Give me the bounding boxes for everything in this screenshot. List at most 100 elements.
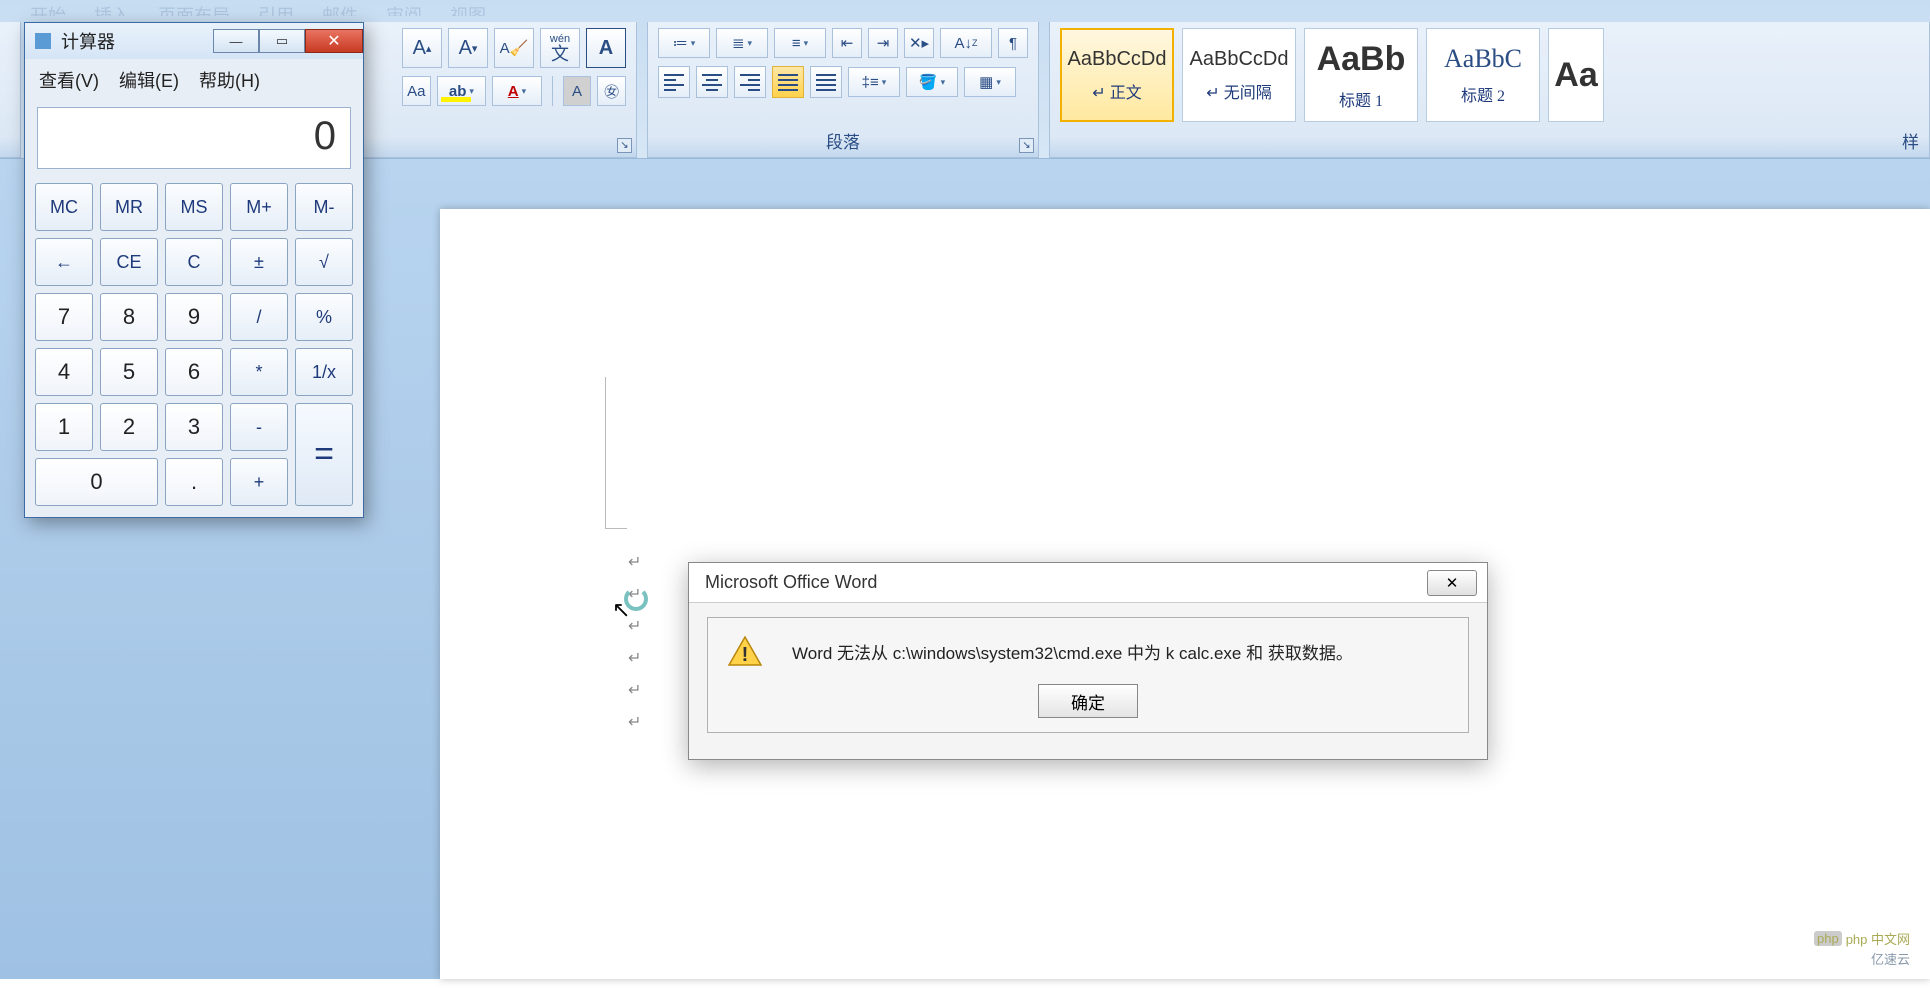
ltr-button[interactable]: ✕▸ [904,28,934,58]
decrease-indent-button[interactable]: ⇤ [832,28,862,58]
close-button[interactable]: ✕ [305,29,363,53]
tab-insert[interactable]: 插入 [94,2,130,16]
calc-titlebar[interactable]: 计算器 — ▭ ✕ [25,23,363,59]
paragraph-marks: ↵↵↵↵↵↵ [628,547,641,739]
show-marks-button[interactable]: ¶ [998,28,1028,58]
calc-sqrt[interactable]: √ [295,238,353,286]
dialog-close-button[interactable]: ✕ [1427,570,1477,596]
numbering-button[interactable]: ≣▾ [716,28,768,58]
dialog-message: Word 无法从 c:\windows\system32\cmd.exe 中为 … [792,639,1353,664]
style-no-spacing[interactable]: AaBbCcDd ↵ 无间隔 [1182,28,1296,122]
font-color-button[interactable]: A▾ [492,76,542,106]
calc-app-icon [35,33,51,49]
calc-back[interactable]: ← [35,238,93,286]
calc-4[interactable]: 4 [35,348,93,396]
calc-title: 计算器 [61,28,213,54]
change-case-button[interactable]: Aa [402,76,431,106]
calc-1[interactable]: 1 [35,403,93,451]
clear-formatting-button[interactable]: A🧹 [494,28,534,68]
align-distribute-button[interactable] [810,66,842,98]
grow-font-button[interactable]: A▴ [402,28,442,68]
watermark-php: phpphp 中文网 [1814,929,1910,948]
calc-dot[interactable]: . [165,458,223,506]
calc-7[interactable]: 7 [35,293,93,341]
phonetic-guide-button[interactable]: wén文 [540,28,580,68]
calc-mplus[interactable]: M+ [230,183,288,231]
calc-menubar: 查看(V) 编辑(E) 帮助(H) [25,59,363,101]
char-shading-button[interactable]: A [563,76,592,106]
calculator-window[interactable]: 计算器 — ▭ ✕ 查看(V) 编辑(E) 帮助(H) 0 MC MR MS M… [24,22,364,518]
margin-corner-mark [605,377,627,529]
calc-display: 0 [37,107,351,169]
word-error-dialog[interactable]: Microsoft Office Word ✕ ! Word 无法从 c:\wi… [688,562,1488,760]
shading-button[interactable]: 🪣▾ [906,67,958,97]
cursor-icon: ↖ [612,597,630,623]
maximize-button[interactable]: ▭ [259,29,305,53]
calc-menu-help[interactable]: 帮助(H) [199,67,260,93]
align-center-button[interactable] [696,66,728,98]
align-right-button[interactable] [734,66,766,98]
highlight-button[interactable]: ab▾ [437,76,487,106]
align-justify-button[interactable] [772,66,804,98]
styles-group-label: 样 [1050,128,1929,153]
calc-pct[interactable]: % [295,293,353,341]
tab-view[interactable]: 视图 [450,2,486,16]
increase-indent-button[interactable]: ⇥ [868,28,898,58]
paragraph-group: ≔▾ ≣▾ ≡▾ ⇤ ⇥ ✕▸ A↓Z ¶ ‡≡▾ 🪣▾ ▦▾ 段落 ↘ [647,22,1039,158]
calc-recip[interactable]: 1/x [295,348,353,396]
calc-sub[interactable]: - [230,403,288,451]
shrink-font-button[interactable]: A▾ [448,28,488,68]
paragraph-group-launcher[interactable]: ↘ [1019,138,1034,153]
ribbon-tabs: 开始 插入 页面布局 引用 邮件 审阅 视图 [0,0,1930,16]
svg-text:!: ! [742,644,749,666]
calc-keypad: MC MR MS M+ M- ← CE C ± √ 7 8 9 / % 4 5 … [25,175,363,514]
tab-mailings[interactable]: 邮件 [322,2,358,16]
calc-mr[interactable]: MR [100,183,158,231]
calc-c[interactable]: C [165,238,223,286]
warning-icon: ! [728,636,762,666]
line-spacing-button[interactable]: ‡≡▾ [848,67,900,97]
styles-group: AaBbCcDd ↵ 正文 AaBbCcDd ↵ 无间隔 AaBb 标题 1 A… [1049,22,1930,158]
calc-menu-edit[interactable]: 编辑(E) [119,67,179,93]
calc-3[interactable]: 3 [165,403,223,451]
calc-9[interactable]: 9 [165,293,223,341]
calc-mminus[interactable]: M- [295,183,353,231]
calc-2[interactable]: 2 [100,403,158,451]
tab-layout[interactable]: 页面布局 [158,2,230,16]
styles-gallery[interactable]: AaBbCcDd ↵ 正文 AaBbCcDd ↵ 无间隔 AaBb 标题 1 A… [1060,28,1919,122]
minimize-button[interactable]: — [213,29,259,53]
tab-review[interactable]: 审阅 [386,2,422,16]
sort-button[interactable]: A↓Z [940,28,992,58]
calc-menu-view[interactable]: 查看(V) [39,67,99,93]
style-heading2[interactable]: AaBbC 标题 2 [1426,28,1540,122]
calc-eq[interactable]: = [295,403,353,506]
bullets-button[interactable]: ≔▾ [658,28,710,58]
calc-ms[interactable]: MS [165,183,223,231]
calc-div[interactable]: / [230,293,288,341]
calc-add[interactable]: + [230,458,288,506]
calc-0[interactable]: 0 [35,458,158,506]
multilevel-list-button[interactable]: ≡▾ [774,28,826,58]
style-normal[interactable]: AaBbCcDd ↵ 正文 [1060,28,1174,122]
tab-home[interactable]: 开始 [30,2,66,16]
calc-5[interactable]: 5 [100,348,158,396]
tab-references[interactable]: 引用 [258,2,294,16]
calc-8[interactable]: 8 [100,293,158,341]
dialog-title: Microsoft Office Word [705,572,1427,593]
style-heading1[interactable]: AaBb 标题 1 [1304,28,1418,122]
char-border-button[interactable]: A [586,28,626,68]
watermark-yisu: 亿速云 [1871,949,1910,968]
style-heading3-partial[interactable]: Aa [1548,28,1604,122]
calc-neg[interactable]: ± [230,238,288,286]
separator [552,76,553,106]
align-left-button[interactable] [658,66,690,98]
calc-mc[interactable]: MC [35,183,93,231]
dialog-ok-button[interactable]: 确定 [1038,684,1138,718]
font-group-launcher[interactable]: ↘ [617,138,632,153]
dialog-titlebar[interactable]: Microsoft Office Word ✕ [689,563,1487,603]
calc-6[interactable]: 6 [165,348,223,396]
borders-button[interactable]: ▦▾ [964,67,1016,97]
enclose-chars-button[interactable]: ㊛ [597,76,626,106]
calc-mul[interactable]: * [230,348,288,396]
calc-ce[interactable]: CE [100,238,158,286]
